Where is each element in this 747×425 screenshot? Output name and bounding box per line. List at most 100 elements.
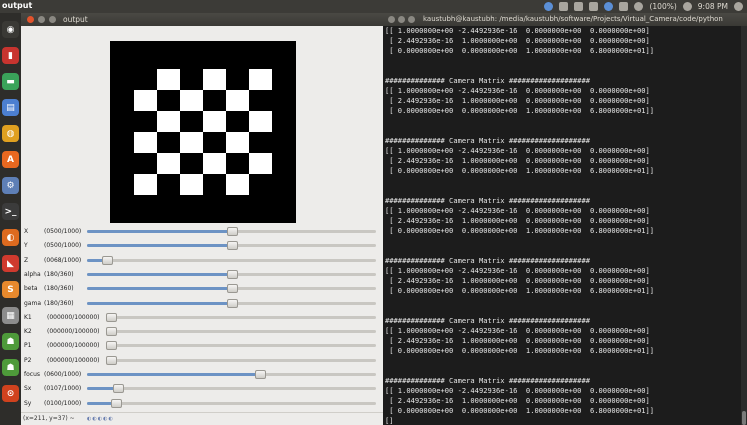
clock[interactable]: 9:08 PM: [698, 2, 728, 11]
slider-handle[interactable]: [106, 341, 117, 351]
terminal-line: [ 2.4492936e-16 1.0000000e+00 0.0000000e…: [385, 336, 650, 345]
slider-handle[interactable]: [112, 384, 124, 394]
terminal-line: [ 0.0000000e+00 0.0000000e+00 1.0000000e…: [385, 166, 655, 175]
terminal-titlebar[interactable]: kaustubh@kaustubh: /media/kaustubh/softw…: [383, 13, 747, 26]
slider-track[interactable]: [106, 327, 376, 337]
terminal-output[interactable]: [[ 1.0000000e+00 -2.4492936e-16 0.000000…: [383, 26, 741, 425]
slider-focus: focus (0600/1000): [21, 368, 383, 382]
terminal-line: ############## Camera Matrix ###########…: [385, 256, 590, 265]
output-titlebar[interactable]: output: [21, 13, 383, 26]
orange-app-icon[interactable]: S: [2, 281, 19, 298]
wifi-icon[interactable]: [619, 2, 629, 11]
green-app-icon[interactable]: ▬: [2, 73, 19, 90]
slider-k2: K2 (000000/100000): [21, 325, 383, 339]
slider-handle[interactable]: [226, 269, 238, 279]
firefox-icon[interactable]: ◐: [2, 229, 19, 246]
grey-app-icon[interactable]: ▦: [2, 307, 19, 324]
system-tray: (100%) 9:08 PM: [544, 0, 743, 13]
green-robot-icon[interactable]: ☗: [2, 333, 19, 350]
software-center-icon[interactable]: A: [2, 151, 19, 168]
volume-icon[interactable]: [682, 2, 692, 11]
checker-square: [226, 153, 249, 174]
slider-value: (180/360): [44, 270, 74, 278]
minimize-icon[interactable]: [398, 16, 405, 23]
terminal-line: [[ 1.0000000e+00 -2.4492936e-16 0.000000…: [385, 266, 650, 275]
terminal-scrollbar[interactable]: [741, 26, 747, 425]
slider-track[interactable]: [87, 284, 376, 294]
dash-icon[interactable]: ◉: [2, 21, 19, 38]
slider-track[interactable]: [87, 370, 376, 379]
slider-handle[interactable]: [106, 327, 117, 337]
slider-handle[interactable]: [106, 312, 117, 322]
slider-fill: [87, 272, 232, 276]
checker-square: [203, 132, 226, 153]
slider-value: (0500/1000): [44, 242, 82, 250]
maximize-icon[interactable]: [408, 16, 415, 23]
terminal-line: ############## Camera Matrix ###########…: [385, 136, 590, 145]
slider-track[interactable]: [87, 398, 376, 408]
keyboard-icon[interactable]: [559, 2, 569, 11]
slider-track[interactable]: [106, 312, 376, 322]
terminal-line: [ 2.4492936e-16 1.0000000e+00 0.0000000e…: [385, 396, 650, 405]
slider-label: Sx: [24, 385, 32, 393]
slider-track[interactable]: [87, 255, 376, 265]
close-icon[interactable]: [27, 16, 34, 23]
scrollbar-thumb[interactable]: [742, 411, 746, 425]
chrome-icon[interactable]: ◍: [2, 125, 19, 142]
red-app-icon[interactable]: ▮: [2, 47, 19, 64]
slider-z: Z (0068/1000): [21, 254, 383, 268]
slider-sx: Sx (0107/1000): [21, 382, 383, 396]
output-window-title: output: [63, 15, 88, 24]
network-icon[interactable]: [544, 2, 554, 11]
checker-square: [134, 153, 157, 174]
slider-track[interactable]: [106, 341, 376, 351]
minimize-icon[interactable]: [38, 16, 45, 23]
slider-handle[interactable]: [110, 398, 122, 408]
terminal-icon[interactable]: >_: [2, 203, 19, 220]
terminal-line: [[ 1.0000000e+00 -2.4492936e-16 0.000000…: [385, 26, 650, 35]
slider-track[interactable]: [87, 227, 376, 236]
slider-fill: [87, 244, 232, 248]
dropbox-icon[interactable]: [589, 2, 599, 11]
close-icon[interactable]: [388, 16, 395, 23]
slider-handle[interactable]: [255, 370, 267, 379]
checker-square: [249, 90, 272, 111]
green-robot-icon-2[interactable]: ☗: [2, 359, 19, 376]
slider-track[interactable]: [87, 241, 376, 251]
slider-sy: Sy (0100/1000): [21, 397, 383, 411]
slider-handle[interactable]: [226, 241, 238, 251]
red-tool-icon[interactable]: ◣: [2, 255, 19, 272]
slider-track[interactable]: [87, 269, 376, 279]
slider-handle[interactable]: [226, 284, 238, 294]
slider-label: K2: [24, 328, 32, 336]
terminal-line: ############## Camera Matrix ###########…: [385, 376, 590, 385]
slider-label: Sy: [24, 399, 32, 407]
slider-handle[interactable]: [226, 227, 238, 236]
checkerboard-image: [134, 69, 272, 195]
slider-track[interactable]: [87, 298, 376, 308]
power-gear-icon[interactable]: [734, 2, 743, 11]
maximize-icon[interactable]: [49, 16, 56, 23]
slider-alpha: alpha (180/360): [21, 268, 383, 282]
terminal-line: ############## Camera Matrix ###########…: [385, 76, 590, 85]
battery-icon[interactable]: [634, 2, 644, 11]
settings-icon[interactable]: ⚙: [2, 177, 19, 194]
terminal-line: [[ 1.0000000e+00 -2.4492936e-16 0.000000…: [385, 86, 650, 95]
slider-handle[interactable]: [101, 255, 113, 265]
slider-value: (000000/100000): [47, 328, 100, 336]
blue-app-icon[interactable]: ▤: [2, 99, 19, 116]
bluetooth-icon[interactable]: [604, 2, 614, 11]
mail-icon[interactable]: [574, 2, 584, 11]
trash-icon[interactable]: ⊙: [2, 385, 19, 402]
slider-gama: gama (180/360): [21, 297, 383, 311]
slider-y: Y (0500/1000): [21, 239, 383, 253]
slider-handle[interactable]: [106, 355, 117, 365]
slider-track[interactable]: [106, 355, 376, 365]
slider-handle[interactable]: [226, 298, 238, 308]
toolbar-icons[interactable]: ◐◐◐◐◐: [87, 416, 114, 422]
slider-value: (180/360): [44, 299, 74, 307]
